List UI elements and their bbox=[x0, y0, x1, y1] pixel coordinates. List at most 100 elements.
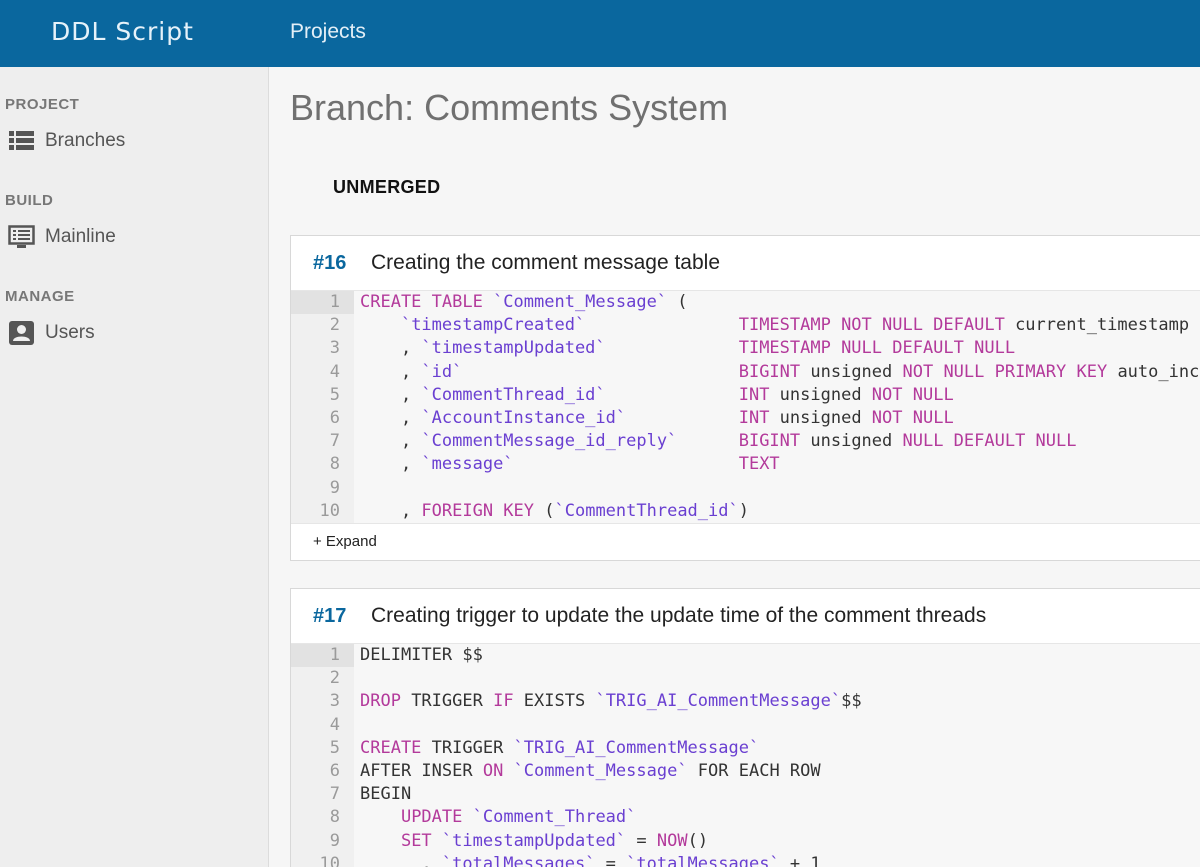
sidebar-section-project: PROJECT bbox=[5, 96, 80, 113]
code-token: DELIMITER $$ bbox=[360, 645, 483, 665]
code-line: 8 , `message` TEXT bbox=[291, 453, 1200, 477]
code-token: , bbox=[360, 338, 422, 359]
code-keyword: NULL DEFAULT NULL bbox=[902, 431, 1077, 452]
code-keyword: DROP bbox=[360, 691, 401, 712]
code-line: 2 `timestampCreated` TIMESTAMP NOT NULL … bbox=[291, 314, 1200, 338]
code-text: , `CommentThread_id` INT unsigned NOT NU… bbox=[354, 384, 954, 407]
code-token: , bbox=[360, 853, 442, 867]
code-identifier: `CommentMessage_id_reply` bbox=[421, 431, 678, 452]
code-keyword: TIMESTAMP NULL DEFAULT NULL bbox=[738, 338, 1016, 359]
code-token: , bbox=[360, 454, 422, 475]
expand-button[interactable]: + Expand bbox=[291, 522, 1200, 560]
sidebar-item-mainline[interactable]: Mainline bbox=[8, 222, 116, 252]
line-number: 2 bbox=[291, 314, 354, 338]
code-keyword: ON bbox=[482, 760, 504, 781]
code-token: ( bbox=[534, 500, 555, 521]
app-logo[interactable]: DDL Script bbox=[51, 14, 194, 50]
code-keyword: INT bbox=[738, 407, 770, 428]
line-number: 5 bbox=[291, 736, 354, 760]
code-keyword: CREATE bbox=[360, 737, 422, 758]
code-identifier: `Comment_Message` bbox=[493, 292, 668, 312]
code-token: , bbox=[360, 384, 422, 405]
user-icon bbox=[9, 321, 34, 345]
code-token: , bbox=[360, 361, 422, 382]
sidebar-item-branches[interactable]: Branches bbox=[8, 126, 125, 156]
code-token: = bbox=[595, 853, 627, 867]
code-identifier: `Comment_Thread` bbox=[472, 807, 637, 828]
main-content: Branch: Comments System UNMERGED #16 Cre… bbox=[269, 67, 1200, 867]
code-token: unsigned bbox=[800, 431, 903, 452]
code-text: CREATE TABLE `Comment_Message` ( bbox=[354, 291, 688, 314]
code-text: `timestampCreated` TIMESTAMP NOT NULL DE… bbox=[354, 314, 1189, 337]
code-text: , `totalMessages` = `totalMessages` + 1 bbox=[354, 853, 820, 867]
code-line: 9 SET `timestampUpdated` = NOW() bbox=[291, 829, 1200, 853]
code-text: CREATE TRIGGER `TRIG_AI_CommentMessage` bbox=[354, 737, 759, 760]
code-identifier: `totalMessages` bbox=[626, 853, 780, 867]
line-number: 10 bbox=[291, 499, 354, 523]
code-keyword: NOT NULL PRIMARY KEY bbox=[902, 361, 1108, 382]
script-card-16: #16 Creating the comment message table 1… bbox=[290, 235, 1200, 561]
code-line: 4 , `id` BIGINT unsigned NOT NULL PRIMAR… bbox=[291, 360, 1200, 384]
code-line: 1 DELIMITER $$ bbox=[291, 644, 1200, 668]
sidebar-section-manage: MANAGE bbox=[5, 288, 75, 305]
code-line: 10 , `totalMessages` = `totalMessages` +… bbox=[291, 852, 1200, 867]
line-number: 8 bbox=[291, 453, 354, 477]
code-line: 6 , `AccountInstance_id` INT unsigned NO… bbox=[291, 406, 1200, 431]
monitor-icon bbox=[8, 225, 35, 248]
sidebar-item-users[interactable]: Users bbox=[8, 318, 95, 348]
code-token: , bbox=[360, 500, 422, 521]
code-identifier: `id` bbox=[421, 361, 463, 382]
code-line: 7 , `CommentMessage_id_reply` BIGINT uns… bbox=[291, 430, 1200, 454]
nav-projects-link[interactable]: Projects bbox=[290, 19, 366, 45]
code-keyword: FOREIGN KEY bbox=[421, 500, 535, 521]
code-line: 3 , `timestampUpdated` TIMESTAMP NULL DE… bbox=[291, 337, 1200, 361]
code-token: unsigned bbox=[769, 407, 872, 428]
script-card-header: #17 Creating trigger to update the updat… bbox=[291, 589, 1200, 643]
line-number: 6 bbox=[291, 406, 354, 431]
code-keyword: CREATE TABLE bbox=[360, 292, 494, 312]
code-line: 7 BEGIN bbox=[291, 783, 1200, 807]
sidebar: PROJECT Branches BUILD Mainline MANAGE U… bbox=[0, 67, 269, 867]
script-number[interactable]: #16 bbox=[313, 252, 371, 275]
code-identifier: `message` bbox=[421, 454, 514, 475]
top-nav-bar: DDL Script Projects bbox=[0, 0, 1200, 67]
code-token: unsigned bbox=[769, 384, 872, 405]
code-line: 1 CREATE TABLE `Comment_Message` ( bbox=[291, 291, 1200, 315]
line-number: 3 bbox=[291, 337, 354, 361]
code-keyword: BIGINT bbox=[738, 431, 801, 452]
branch-status-label: UNMERGED bbox=[333, 177, 441, 197]
code-line: 2 bbox=[291, 667, 1200, 691]
code-editor[interactable]: 1 DELIMITER $$ 2 3 DROP TRIGGER IF EXISTS `T… bbox=[291, 643, 1200, 867]
line-number: 4 bbox=[291, 360, 354, 384]
code-token: FOR EACH ROW bbox=[687, 760, 821, 781]
line-number: 10 bbox=[291, 852, 354, 867]
code-text: , `timestampUpdated` TIMESTAMP NULL DEFA… bbox=[354, 337, 1015, 360]
code-token: current_timestamp bbox=[1015, 315, 1190, 336]
code-line: 3 DROP TRIGGER IF EXISTS `TRIG_AI_Comment… bbox=[291, 690, 1200, 714]
code-token: $$ bbox=[841, 691, 862, 712]
line-number: 9 bbox=[291, 829, 354, 853]
list-icon bbox=[9, 131, 34, 150]
code-text: , `id` BIGINT unsigned NOT NULL PRIMARY … bbox=[354, 361, 1200, 384]
code-token: , bbox=[360, 431, 422, 452]
code-identifier: `timestampCreated` bbox=[400, 315, 586, 336]
sidebar-section-build: BUILD bbox=[5, 192, 54, 209]
line-number: 2 bbox=[291, 667, 354, 691]
line-number: 9 bbox=[291, 476, 354, 500]
code-text: UPDATE `Comment_Thread` bbox=[354, 806, 636, 829]
code-keyword: INT bbox=[738, 384, 770, 405]
code-editor[interactable]: 1 CREATE TABLE `Comment_Message` (2 `time… bbox=[291, 290, 1200, 523]
line-number: 1 bbox=[291, 291, 354, 315]
code-identifier: `timestampUpdated` bbox=[421, 338, 606, 359]
code-keyword: NOW bbox=[656, 830, 688, 851]
page-title: Branch: Comments System bbox=[290, 87, 729, 128]
code-token: unsigned bbox=[800, 361, 903, 382]
script-number[interactable]: #17 bbox=[313, 605, 371, 628]
